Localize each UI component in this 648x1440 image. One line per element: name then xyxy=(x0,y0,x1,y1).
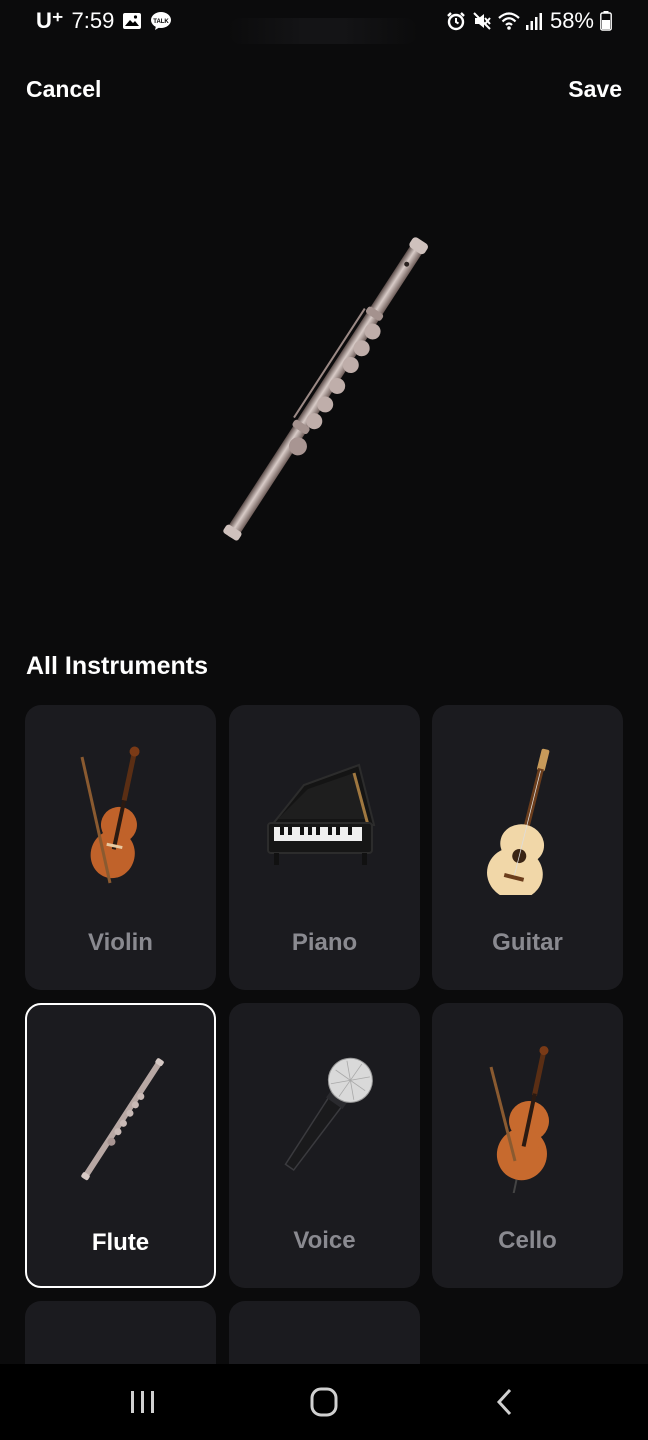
carrier-label: U⁺ xyxy=(36,8,64,33)
section-title: All Instruments xyxy=(26,652,208,680)
instrument-card-violin[interactable]: Violin xyxy=(25,705,216,990)
instrument-card-voice[interactable]: Voice xyxy=(229,1003,420,1288)
home-icon[interactable] xyxy=(299,1382,349,1422)
battery-icon xyxy=(600,11,612,31)
top-bar: Cancel Save xyxy=(0,76,648,112)
talk-icon: TALK xyxy=(150,11,172,31)
alarm-icon xyxy=(446,11,466,31)
instrument-card-piano[interactable]: Piano xyxy=(229,705,420,990)
status-bar-right: 58% xyxy=(446,8,612,34)
system-nav-bar xyxy=(0,1364,648,1440)
recent-apps-icon[interactable] xyxy=(118,1382,168,1422)
selected-instrument-preview xyxy=(200,200,450,580)
instrument-label: Flute xyxy=(91,1229,150,1256)
guitar-icon xyxy=(487,748,550,895)
mute-icon xyxy=(472,11,492,31)
cello-icon xyxy=(489,1046,549,1193)
cancel-button[interactable]: Cancel xyxy=(26,76,101,103)
clock: 7:59 xyxy=(71,8,115,33)
flute-icon xyxy=(81,1058,164,1181)
save-button[interactable]: Save xyxy=(568,76,622,103)
status-bar: U⁺ 7:59 TALK 58% xyxy=(0,0,648,44)
status-bar-left: U⁺ 7:59 TALK xyxy=(36,8,172,34)
instrument-label: Guitar xyxy=(492,929,563,956)
instrument-label: Piano xyxy=(291,929,358,956)
gallery-icon xyxy=(122,11,142,31)
instrument-label: Cello xyxy=(498,1227,557,1254)
camera-notch xyxy=(228,18,418,44)
wifi-icon xyxy=(498,11,520,31)
piano-icon xyxy=(267,763,376,865)
instrument-label: Violin xyxy=(88,929,153,956)
signal-icon xyxy=(524,11,544,31)
instrument-card-guitar[interactable]: Guitar xyxy=(432,705,623,990)
microphone-icon xyxy=(284,1057,373,1172)
svg-text:TALK: TALK xyxy=(154,19,170,25)
back-icon[interactable] xyxy=(480,1382,530,1422)
instrument-card-flute[interactable]: Flute xyxy=(25,1003,216,1288)
instrument-card-cello[interactable]: Cello xyxy=(432,1003,623,1288)
flute-icon xyxy=(223,237,428,541)
instrument-label: Voice xyxy=(293,1227,356,1254)
violin-icon xyxy=(80,746,140,884)
battery-percent: 58% xyxy=(549,8,594,33)
